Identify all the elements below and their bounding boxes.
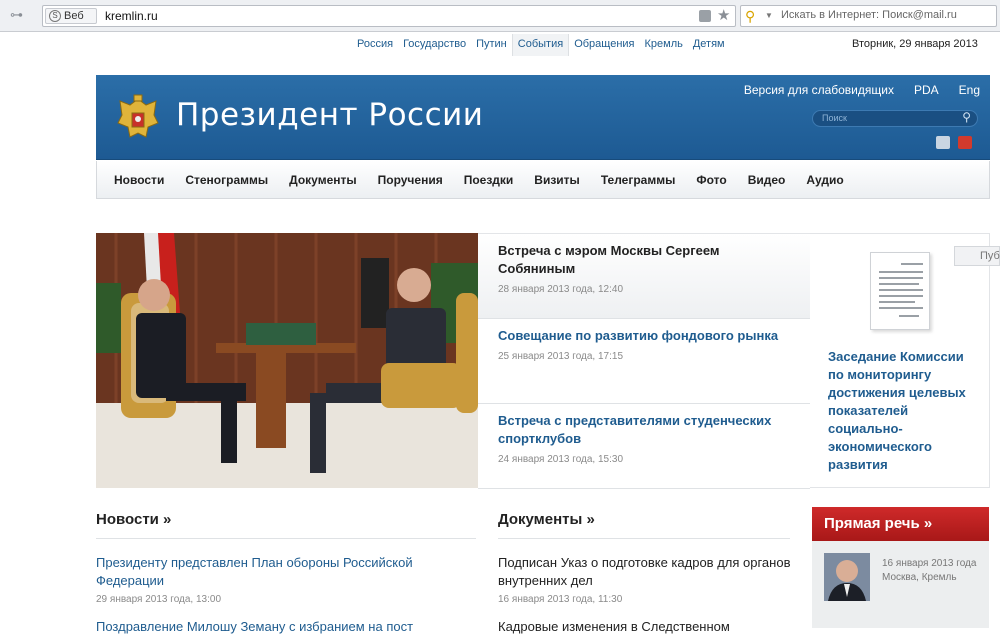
news-item-title[interactable]: Президенту представлен План обороны Росс… (96, 554, 436, 590)
direct-speech-date: 16 января 2013 года (882, 558, 977, 569)
hero-photo[interactable] (96, 233, 478, 488)
site-title[interactable]: Президент России (176, 97, 483, 133)
search-engine-icon[interactable]: ⚲ (745, 7, 763, 25)
menu-item-instructions[interactable]: Поручения (368, 161, 454, 198)
featured-news-date: 28 января 2013 года, 12:40 (498, 284, 624, 295)
news-item-title[interactable]: Поздравление Милошу Земану с избранием н… (96, 618, 436, 636)
site-search-placeholder: Поиск (822, 113, 847, 123)
menu-item-trips[interactable]: Поездки (454, 161, 525, 198)
menu-item-telegrams[interactable]: Телеграммы (591, 161, 687, 198)
chevron-down-icon[interactable]: ▼ (765, 11, 773, 20)
search-icon[interactable]: ⚲ (962, 110, 971, 124)
featured-document-title[interactable]: Заседание Комиссии по мониторингу достиж… (828, 348, 983, 474)
menu-item-news[interactable]: Новости (104, 161, 175, 198)
featured-document: Заседание Комиссии по мониторингу достиж… (810, 233, 990, 488)
feed-icon[interactable] (699, 10, 711, 22)
top-nav-item-state[interactable]: Государство (398, 34, 471, 56)
main-menu: Новости Стенограммы Документы Поручения … (96, 161, 990, 199)
menu-item-video[interactable]: Видео (738, 161, 797, 198)
web-tab-label: Веб (64, 10, 84, 22)
address-bar[interactable]: S Веб kremlin.ru ★ (42, 5, 736, 27)
browser-search-placeholder[interactable]: Искать в Интернет: Поиск@mail.ru (781, 9, 957, 21)
direct-speech-item[interactable]: 16 января 2013 года Москва, Кремль (812, 541, 989, 628)
top-nav-item-appeals[interactable]: Обращения (569, 34, 639, 56)
star-icon[interactable]: ★ (717, 6, 730, 26)
featured-news-title[interactable]: Встреча с представителями студенческих с… (498, 412, 798, 448)
top-nav-item-russia[interactable]: Россия (352, 34, 398, 56)
featured-news-date: 24 января 2013 года, 15:30 (498, 454, 624, 465)
url-text[interactable]: kremlin.ru (105, 9, 158, 23)
divider (498, 538, 790, 539)
browser-search-box[interactable]: ⚲ ▼ Искать в Интернет: Поиск@mail.ru (740, 5, 997, 27)
direct-speech-panel: Прямая речь » 16 января 2013 года Москва… (812, 507, 989, 628)
document-thumbnail[interactable] (870, 252, 930, 330)
document-item-title[interactable]: Кадровые изменения в Следственном (498, 618, 838, 636)
divider (96, 538, 476, 539)
menu-item-audio[interactable]: Аудио (796, 161, 854, 198)
top-nav-item-children[interactable]: Детям (688, 34, 730, 56)
featured-news-date: 25 января 2013 года, 17:15 (498, 351, 624, 362)
publications-tab[interactable]: Пуб (954, 246, 1000, 266)
key-icon: ⊶ (10, 7, 23, 22)
youtube-icon[interactable] (958, 136, 972, 149)
direct-speech-place: Москва, Кремль (882, 572, 957, 583)
document-item-date: 16 января 2013 года, 11:30 (498, 594, 623, 605)
speaker-photo[interactable] (824, 553, 870, 601)
featured-news-title[interactable]: Встреча с мэром Москвы Сергеем Собяниным (498, 242, 798, 278)
pda-link[interactable]: PDA (914, 83, 939, 97)
featured-news-item[interactable]: Совещание по развитию фондового рынка 25… (478, 319, 810, 404)
featured-news-item[interactable]: Встреча с мэром Москвы Сергеем Собяниным… (478, 234, 810, 319)
browser-toolbar: ⊶ S Веб kremlin.ru ★ ⚲ ▼ Искать в Интерн… (0, 0, 1000, 32)
menu-item-transcripts[interactable]: Стенограммы (175, 161, 279, 198)
coat-of-arms-icon[interactable] (116, 93, 160, 141)
current-date: Вторник, 29 января 2013 (852, 38, 978, 50)
top-nav-item-putin[interactable]: Путин (471, 34, 512, 56)
accessible-version-link[interactable]: Версия для слабовидящих (744, 83, 894, 97)
featured-news-title[interactable]: Совещание по развитию фондового рынка (498, 327, 798, 345)
featured-news-list: Встреча с мэром Москвы Сергеем Собяниным… (478, 233, 810, 489)
menu-item-visits[interactable]: Визиты (524, 161, 591, 198)
english-link[interactable]: Eng (959, 83, 980, 97)
document-item-title[interactable]: Подписан Указ о подготовке кадров для ор… (498, 554, 838, 590)
featured-news-item[interactable]: Встреча с представителями студенческих с… (478, 404, 810, 489)
site-header: Президент России Версия для слабовидящих… (96, 75, 990, 160)
banner-links: Версия для слабовидящих PDA Eng (744, 83, 980, 97)
menu-item-documents[interactable]: Документы (279, 161, 367, 198)
site-search-input[interactable]: Поиск ⚲ (812, 110, 978, 127)
twitter-icon[interactable] (936, 136, 950, 149)
news-item-date: 29 января 2013 года, 13:00 (96, 594, 222, 605)
documents-heading[interactable]: Документы » (498, 511, 595, 528)
news-heading[interactable]: Новости » (96, 511, 171, 528)
menu-item-photo[interactable]: Фото (686, 161, 737, 198)
web-tab-button[interactable]: S Веб (45, 8, 97, 24)
globe-icon: S (49, 10, 61, 22)
top-nav: Россия Государство Путин События Обращен… (352, 34, 730, 56)
direct-speech-heading[interactable]: Прямая речь » (812, 507, 989, 541)
social-links (936, 136, 972, 149)
top-nav-item-events[interactable]: События (511, 34, 570, 56)
top-nav-item-kremlin[interactable]: Кремль (640, 34, 688, 56)
